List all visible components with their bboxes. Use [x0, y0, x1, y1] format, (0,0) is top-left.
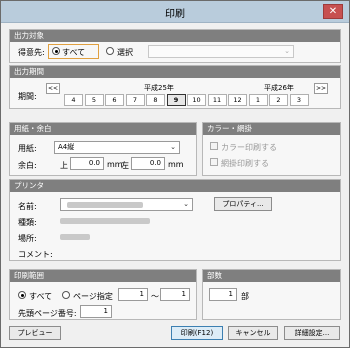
redacted-printer-name	[67, 202, 143, 208]
copies-section: 部数 1 部	[202, 269, 341, 320]
customer-select[interactable]: ⌄	[148, 45, 294, 58]
month-cell-2[interactable]: 2	[269, 94, 288, 106]
print-dialog: 印刷 ✕ 出力対象 得意先: すべて 選択 ⌄ 出力期間 期間: << >> 平…	[0, 0, 350, 348]
print-range-section: 印刷範囲 すべて ページ指定 1 ～ 1 先頭ページ番号: 1	[9, 269, 197, 320]
printer-name-select[interactable]: ⌄	[60, 198, 193, 211]
month-cell-5[interactable]: 5	[84, 94, 104, 106]
print-button[interactable]: 印刷(F12)	[171, 326, 223, 340]
month-cell-10[interactable]: 10	[187, 94, 206, 106]
month-cell-12[interactable]: 12	[228, 94, 247, 106]
month-cell-1[interactable]: 1	[248, 94, 268, 106]
printer-comment-label: コメント:	[18, 250, 53, 259]
properties-button[interactable]: プロパティ...	[214, 197, 272, 211]
copies-header: 部数	[203, 270, 340, 282]
page-range-tilde: ～	[151, 292, 159, 301]
margin-left-unit: mm	[168, 160, 184, 169]
paper-margin-section: 用紙・余白 用紙: A4縦 ⌄ 余白: 上 0.0 mm 左 0.0 mm	[9, 122, 197, 176]
copies-input[interactable]: 1	[209, 288, 237, 301]
target-select-label: 選択	[117, 48, 133, 57]
margin-left-input[interactable]: 0.0	[131, 157, 165, 170]
chevron-down-icon: ⌄	[183, 200, 189, 208]
customer-label: 得意先:	[18, 48, 45, 57]
color-shade-header: カラー・網掛	[203, 123, 340, 135]
next-year-button[interactable]: >>	[314, 83, 328, 94]
output-period-header: 出力期間	[10, 66, 340, 78]
paper-margin-header: 用紙・余白	[10, 123, 196, 135]
redacted-printer-location	[60, 234, 90, 240]
prev-year-button[interactable]: <<	[46, 83, 60, 94]
window-title: 印刷	[165, 9, 185, 20]
printer-name-label: 名前:	[18, 202, 37, 211]
month-cell-7[interactable]: 7	[125, 94, 145, 106]
printer-type-label: 種類:	[18, 218, 37, 227]
printer-section: プリンタ 名前: ⌄ プロパティ... 種類: 場所: コメント:	[9, 179, 341, 261]
title-bar: 印刷 ✕	[1, 1, 349, 23]
color-print-checkbox[interactable]	[210, 142, 218, 150]
range-page-label: ページ指定	[73, 292, 113, 301]
printer-location-label: 場所:	[18, 234, 37, 243]
margin-label: 余白:	[18, 161, 37, 170]
margin-top-label: 上	[60, 161, 68, 170]
copies-unit: 部	[241, 292, 249, 301]
year-label-1: 平成25年	[144, 84, 174, 92]
target-all-radio[interactable]	[52, 47, 60, 55]
preview-button[interactable]: プレビュー	[9, 326, 61, 340]
year-label-2: 平成26年	[264, 84, 294, 92]
redacted-printer-type	[60, 218, 150, 224]
start-page-label: 先頭ページ番号:	[18, 309, 77, 318]
color-print-label: カラー印刷する	[221, 143, 277, 152]
output-target-section: 出力対象 得意先: すべて 選択 ⌄	[9, 29, 341, 63]
target-all-label: すべて	[62, 48, 86, 57]
month-cell-3[interactable]: 3	[289, 94, 309, 106]
paper-value: A4縦	[58, 143, 75, 151]
shade-print-label: 網掛印刷する	[221, 159, 269, 168]
range-page-radio[interactable]	[62, 291, 70, 299]
month-cell-6[interactable]: 6	[105, 94, 124, 106]
print-range-header: 印刷範囲	[10, 270, 196, 282]
color-shade-section: カラー・網掛 カラー印刷する 網掛印刷する	[202, 122, 341, 176]
output-period-section: 出力期間 期間: << >> 平成25年 平成26年 4 5 6 7 8 9 10 11 12 1…	[9, 65, 341, 109]
chevron-down-icon: ⌄	[170, 143, 176, 151]
output-target-header: 出力対象	[10, 30, 340, 42]
page-from-input[interactable]: 1	[118, 288, 148, 301]
shade-print-checkbox[interactable]	[210, 158, 218, 166]
page-to-input[interactable]: 1	[160, 288, 190, 301]
close-button[interactable]: ✕	[323, 4, 343, 19]
range-all-label: すべて	[29, 292, 53, 301]
margin-left-label: 左	[121, 161, 129, 170]
margin-top-input[interactable]: 0.0	[70, 157, 104, 170]
month-cell-4[interactable]: 4	[64, 94, 83, 106]
month-cell-8[interactable]: 8	[146, 94, 165, 106]
month-cell-9[interactable]: 9	[166, 94, 186, 106]
start-page-input[interactable]: 1	[80, 305, 112, 318]
target-select-radio[interactable]	[106, 47, 114, 55]
paper-select[interactable]: A4縦 ⌄	[54, 141, 180, 154]
month-cell-11[interactable]: 11	[207, 94, 227, 106]
detail-settings-button[interactable]: 詳細設定...	[284, 326, 340, 340]
printer-header: プリンタ	[10, 180, 340, 192]
period-label: 期間:	[18, 92, 37, 101]
cancel-button[interactable]: キャンセル	[228, 326, 278, 340]
paper-label: 用紙:	[18, 144, 37, 153]
month-strip: 4 5 6 7 8 9 10 11 12 1 2 3	[64, 94, 310, 106]
range-all-radio[interactable]	[18, 291, 26, 299]
chevron-down-icon: ⌄	[284, 47, 290, 55]
